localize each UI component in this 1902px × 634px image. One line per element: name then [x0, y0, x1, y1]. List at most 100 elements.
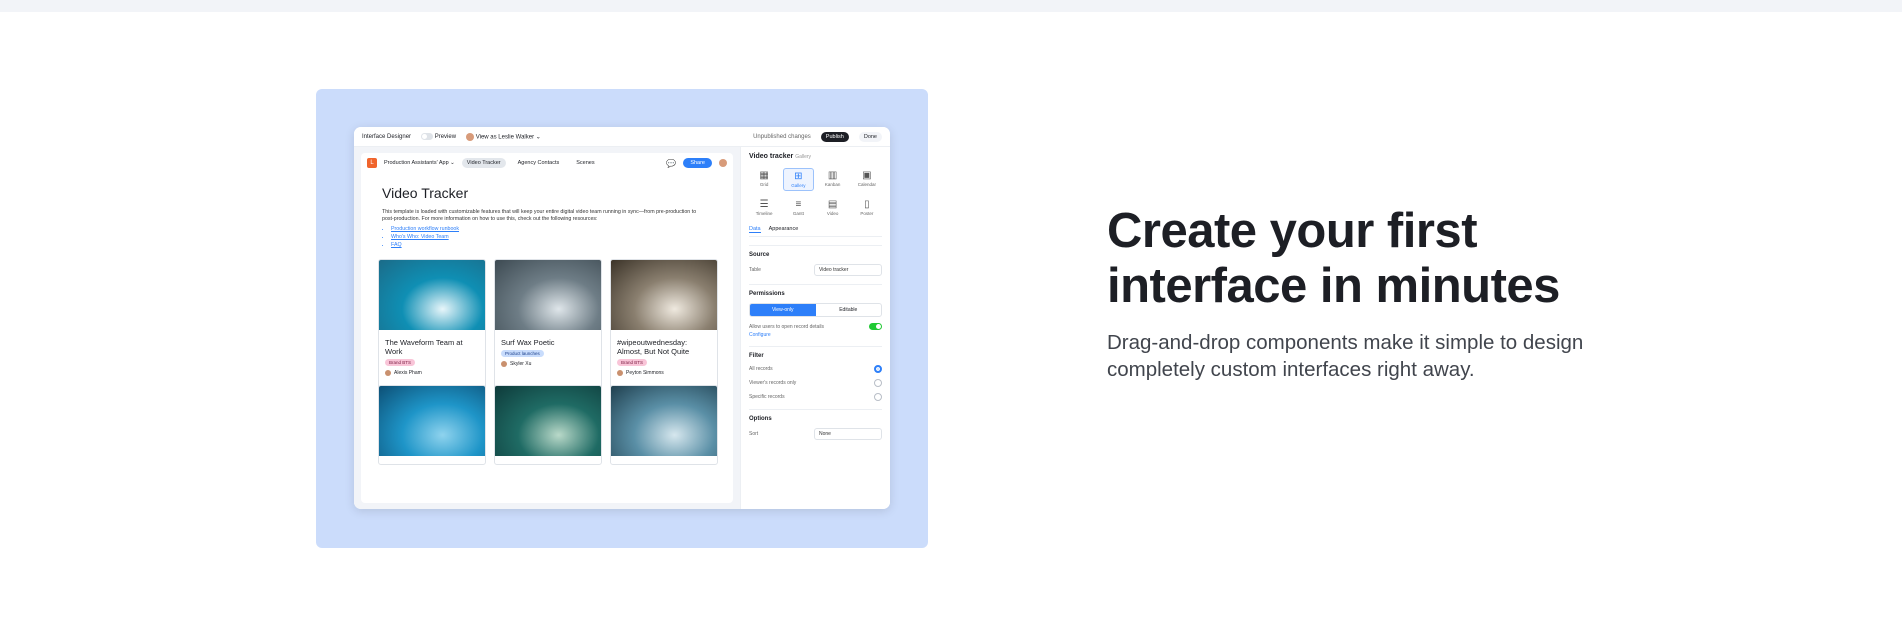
open-details-toggle[interactable] [869, 323, 882, 330]
layout-option-poster[interactable]: ▯ Poster [852, 197, 882, 218]
layout-label: Kanban [824, 182, 841, 187]
avatar [385, 370, 391, 376]
top-strip [0, 0, 1902, 12]
card-title [379, 456, 485, 464]
gallery-icon: ⊞ [794, 171, 803, 182]
configure-link[interactable]: Configure [749, 332, 882, 338]
share-button[interactable]: Share [683, 158, 712, 168]
layout-label: Poster [860, 211, 874, 216]
gallery-card[interactable]: The Waveform Team at Work Brand BTS Alexis… [378, 259, 486, 401]
permissions-section: Permissions View-only Editable Allow use… [749, 284, 882, 338]
timeline-icon: ☰ [759, 199, 769, 210]
filter-all-radio[interactable] [874, 365, 882, 373]
preview-toggle[interactable]: Preview [421, 132, 457, 141]
gallery-card[interactable] [610, 385, 718, 465]
card-title: #wipeoutwednesday: Almost, But Not Quite [617, 338, 690, 356]
link-faq[interactable]: FAQ [391, 241, 459, 249]
filter-viewer-radio[interactable] [874, 379, 882, 387]
interface-page: L Production Assistants' App ⌄ Video Tra… [361, 153, 733, 503]
card-tag: Brand BTS [385, 359, 416, 366]
table-label: Table [749, 267, 761, 273]
layout-option-video[interactable]: ▤ Video [818, 197, 848, 218]
card-title [611, 456, 717, 464]
gallery-card[interactable] [378, 385, 486, 465]
source-heading: Source [749, 252, 770, 258]
hero-subheadline: Drag-and-drop components make it simple … [1107, 331, 1584, 381]
gallery-card[interactable]: Surf Wax Poetic Product launches Skyler Xu [494, 259, 602, 401]
sidebar-subtitle: Gallery [795, 154, 812, 160]
table-select[interactable]: Video tracker [814, 264, 882, 276]
filter-heading: Filter [749, 353, 764, 359]
card-user: Skyler Xu [495, 357, 601, 371]
tab-data[interactable]: Data [749, 226, 761, 233]
options-heading: Options [749, 416, 772, 422]
card-image [379, 260, 485, 330]
card-image [379, 386, 485, 456]
layout-label: Gantt [792, 211, 804, 216]
video-icon: ▤ [827, 199, 838, 210]
card-user-name: Alexis Pham [394, 370, 422, 376]
gantt-icon: ≡ [795, 199, 802, 210]
tab-video-tracker[interactable]: Video Tracker [461, 158, 506, 168]
card-image [495, 260, 601, 330]
layout-label: Calendar [857, 182, 876, 187]
layout-label: Video [826, 211, 839, 216]
app-name: Production Assistants' App [384, 160, 449, 166]
gallery-card[interactable]: #wipeoutwednesday: Almost, But Not Quite… [610, 259, 718, 401]
filter-specific-radio[interactable] [874, 393, 882, 401]
layout-option-calendar[interactable]: ▣ Calendar [852, 168, 882, 191]
card-user: Peyton Simmons [611, 366, 717, 380]
tab-appearance[interactable]: Appearance [769, 226, 799, 233]
calendar-icon: ▣ [862, 170, 872, 181]
view-only-option[interactable]: View-only [750, 304, 816, 316]
sort-select[interactable]: None [814, 428, 882, 440]
permissions-heading: Permissions [749, 291, 785, 297]
card-tag: Brand BTS [617, 359, 648, 366]
layout-picker: ▦ Grid ⊞ Gallery ▥ Kanban ▣ Calendar ☰ Timeline ≡ G… [749, 168, 882, 218]
link-runbook[interactable]: Production workflow runbook [391, 225, 459, 233]
filter-all-label: All records [749, 366, 773, 372]
options-section: Options Sort None [749, 409, 882, 440]
interface-designer-window: Interface Designer Preview View as Lesli… [354, 127, 890, 509]
designer-title: Interface Designer [362, 133, 412, 140]
card-user-name: Skyler Xu [510, 361, 532, 367]
gallery-card[interactable] [494, 385, 602, 465]
hero-headline: Create your first interface in minutes [1107, 204, 1560, 313]
card-user: Alexis Pham [379, 366, 485, 380]
publish-button[interactable]: Publish [820, 131, 849, 142]
comments-icon[interactable]: 💬 [666, 159, 676, 168]
toggle-icon [421, 132, 434, 140]
sidebar-tabs: Data Appearance [749, 226, 882, 237]
layout-option-grid[interactable]: ▦ Grid [749, 168, 779, 191]
kanban-icon: ▥ [827, 170, 838, 181]
tab-scenes[interactable]: Scenes [571, 158, 599, 168]
app-name-dropdown[interactable]: Production Assistants' App ⌄ [384, 160, 455, 166]
view-as-label: View as Leslie Walker [475, 134, 535, 141]
link-whos-who[interactable]: Who's Who: Video Team [391, 233, 459, 241]
sidebar-title: Video tracker Gallery [749, 153, 812, 160]
editable-option[interactable]: Editable [816, 304, 882, 316]
done-button[interactable]: Done [858, 131, 882, 142]
properties-sidebar: Video tracker Gallery ▦ Grid ⊞ Gallery ▥ Kanb… [740, 147, 890, 509]
filter-viewer-label: Viewer's records only [749, 380, 797, 386]
avatar[interactable] [719, 159, 727, 167]
view-as-dropdown[interactable]: View as Leslie Walker ⌄ [466, 132, 541, 141]
layout-option-kanban[interactable]: ▥ Kanban [818, 168, 848, 191]
avatar [466, 132, 475, 141]
page-title: Video Tracker [382, 185, 469, 201]
layout-option-gallery[interactable]: ⊞ Gallery [783, 168, 814, 191]
avatar [501, 361, 507, 367]
layout-option-gantt[interactable]: ≡ Gantt [783, 197, 813, 218]
tab-agency-contacts[interactable]: Agency Contacts [513, 158, 565, 168]
layout-label: Grid [759, 182, 769, 187]
card-image [611, 260, 717, 330]
layout-option-timeline[interactable]: ☰ Timeline [749, 197, 779, 218]
filter-specific-label: Specific records [749, 394, 785, 400]
card-title: Surf Wax Poetic [501, 338, 555, 347]
designer-toolbar: Interface Designer Preview View as Lesli… [354, 127, 890, 147]
source-section: Source Table Video tracker [749, 245, 882, 276]
card-title: The Waveform Team at Work [385, 338, 463, 356]
resource-links: Production workflow runbook Who's Who: V… [391, 225, 459, 249]
card-user-name: Peyton Simmons [626, 370, 664, 376]
preview-label: Preview [434, 134, 457, 141]
